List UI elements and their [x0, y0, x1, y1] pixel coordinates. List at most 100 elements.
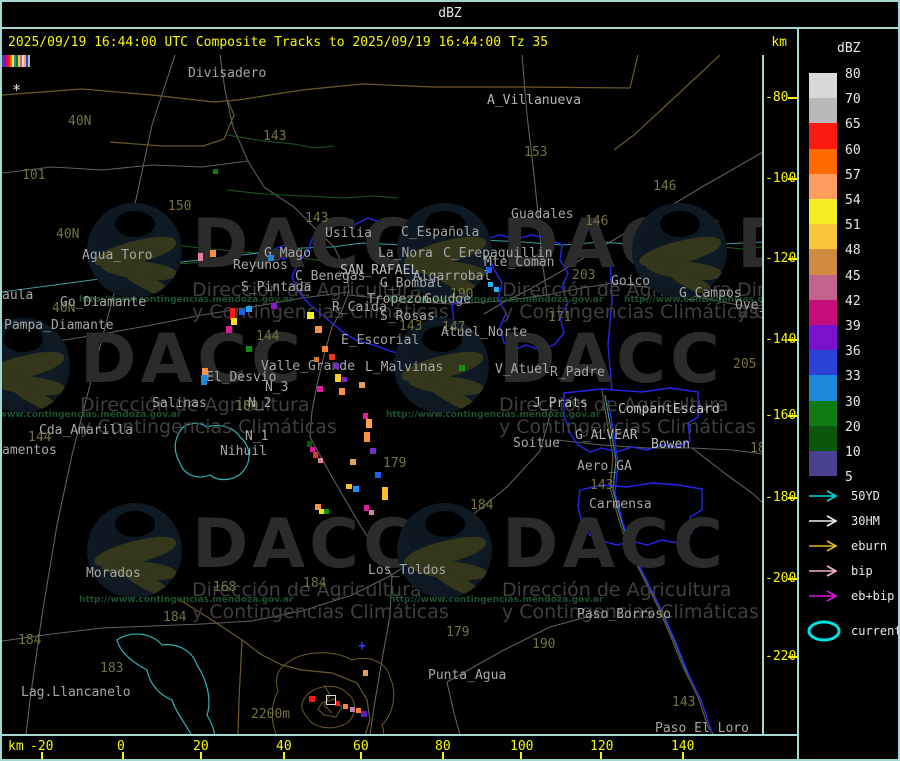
dbz-scale-band: [809, 73, 837, 98]
radar-echo-cell: [329, 354, 335, 360]
map-place-label: Los_Toldos: [368, 563, 446, 578]
track-legend-label: bip: [851, 564, 873, 578]
dbz-scale-band: [809, 275, 837, 300]
map-road-label: 179: [446, 625, 469, 640]
bottom-axis: km -20020406080100120140: [2, 736, 797, 759]
dbz-scale-band: [809, 426, 837, 451]
title-bar: dBZ: [0, 0, 900, 27]
bottom-axis-tick: [360, 752, 362, 759]
dacc-eagle-icon: [397, 503, 492, 598]
watermark-tile: DACCDirección de Agriculturay Contingenc…: [632, 203, 763, 333]
map-road-label: 168: [213, 580, 236, 595]
corner-color-strip: [2, 55, 30, 67]
eagle-eye: [115, 211, 155, 237]
map-place-label: Guadales: [511, 207, 574, 222]
track-legend-row: bip: [807, 564, 873, 578]
radar-map[interactable]: DACCDirección de Agriculturay Contingenc…: [2, 55, 763, 735]
dbz-scale-label: 33: [845, 369, 861, 384]
dbz-scale-label: 65: [845, 117, 861, 132]
dbz-scale-band: [809, 224, 837, 249]
map-place-label: Punta_Agua: [428, 668, 506, 683]
map-place-label: CompantEscard: [618, 402, 720, 417]
bottom-axis-unit: km: [8, 739, 24, 754]
right-axis-tick: [788, 656, 797, 658]
bottom-axis-tick: [600, 752, 602, 759]
map-place-label: G_Bombal: [380, 276, 443, 291]
dacc-watermark-text: DACC: [502, 511, 727, 579]
map-place-label: Paso_El_Loro: [655, 721, 749, 735]
radar-echo-cell: [198, 253, 203, 261]
right-axis-tick: [788, 415, 797, 417]
storm-centroid-marker: [326, 695, 336, 705]
bottom-axis-divider: [0, 734, 797, 736]
map-place-label: amentos: [2, 443, 57, 458]
radar-echo-cell: [494, 287, 499, 292]
dbz-scale-band: [809, 98, 837, 123]
dbz-scale-label: 51: [845, 218, 861, 233]
dbz-scale-band: [809, 375, 837, 400]
radar-echo-cell: [350, 459, 356, 465]
radar-echo-cell: [322, 346, 328, 352]
track-legend-label: current: [851, 624, 900, 638]
map-place-label: G_Campos: [679, 286, 742, 301]
radar-echo-cell: [246, 306, 252, 312]
map-road-label: 143: [263, 129, 286, 144]
map-road-label: 179: [383, 456, 406, 471]
dbz-scale-label: 36: [845, 344, 861, 359]
dacc-watermark-text: DACC: [499, 326, 724, 394]
map-place-label: aula: [2, 288, 33, 303]
track-legend-row: eburn: [807, 539, 887, 553]
dbz-scale-label: 54: [845, 193, 861, 208]
map-road-label: 171: [548, 310, 571, 325]
map-place-label: Morados: [86, 566, 141, 581]
watermark-url: http://www.contingencias.mendoza.gov.ar: [2, 410, 181, 420]
map-road-label: 101: [22, 168, 45, 183]
map-place-label: Paso_Borroso: [577, 607, 671, 622]
color-chip: [28, 55, 30, 67]
radar-echo-cell: [309, 696, 315, 702]
map-place-label: Bowen: [651, 437, 690, 452]
map-place-label: Goudge: [424, 292, 471, 307]
radar-echo-cell: [318, 458, 323, 463]
radar-echo-cell: [226, 326, 232, 333]
map-place-label: V_Atuel: [495, 362, 550, 377]
map-place-label: Pampa_Diamante: [4, 318, 114, 333]
map-place-label: Goico: [611, 274, 650, 289]
map-place-label: Carmensa: [589, 497, 652, 512]
map-road-label: 143: [590, 478, 613, 493]
radar-echo-cell: [488, 282, 493, 287]
radar-echo-cell: [359, 382, 365, 388]
dbz-scale-band: [809, 174, 837, 199]
bottom-axis-tick: [283, 752, 285, 759]
eb+bip-track-arrow-icon: [807, 589, 845, 603]
map-place-label: Aero_GA: [577, 459, 632, 474]
dbz-scale-band: [809, 451, 837, 476]
map-place-label: Nihuil: [220, 444, 267, 459]
bottom-axis-tick: [122, 752, 124, 759]
map-place-label: A_Villanueva: [487, 93, 581, 108]
track-legend-row: current: [807, 620, 900, 642]
map-road-label: 184: [303, 576, 326, 591]
eagle-eye: [115, 511, 155, 537]
radar-echo-cell: [202, 368, 208, 375]
radar-echo-cell: [369, 510, 374, 515]
dbz-scale-label: 60: [845, 143, 861, 158]
map-place-label: G_ALVEAR: [575, 428, 638, 443]
dbz-scale-label: 42: [845, 294, 861, 309]
right-axis-tick: [788, 258, 797, 260]
map-place-label: C_Española: [401, 225, 479, 240]
radar-echo-cell: [271, 303, 277, 309]
dbz-scale-band: [809, 123, 837, 148]
map-place-label: Atuel_Norte: [441, 325, 527, 340]
radar-echo-cell: [375, 472, 381, 478]
map-place-label: S_Pintada: [241, 280, 311, 295]
map-place-label: Go_Diamante: [60, 295, 146, 310]
right-axis-label: -80: [765, 90, 788, 105]
map-road-label: 153: [524, 145, 547, 160]
map-place-label: Cda_Amarilla: [39, 423, 133, 438]
map-place-label: Mte_Coman: [484, 255, 554, 270]
radar-echo-cell: [201, 375, 207, 385]
page-title: dBZ: [438, 6, 461, 21]
map-place-label: J_Prats: [533, 396, 588, 411]
radar-echo-cell: [339, 388, 345, 395]
